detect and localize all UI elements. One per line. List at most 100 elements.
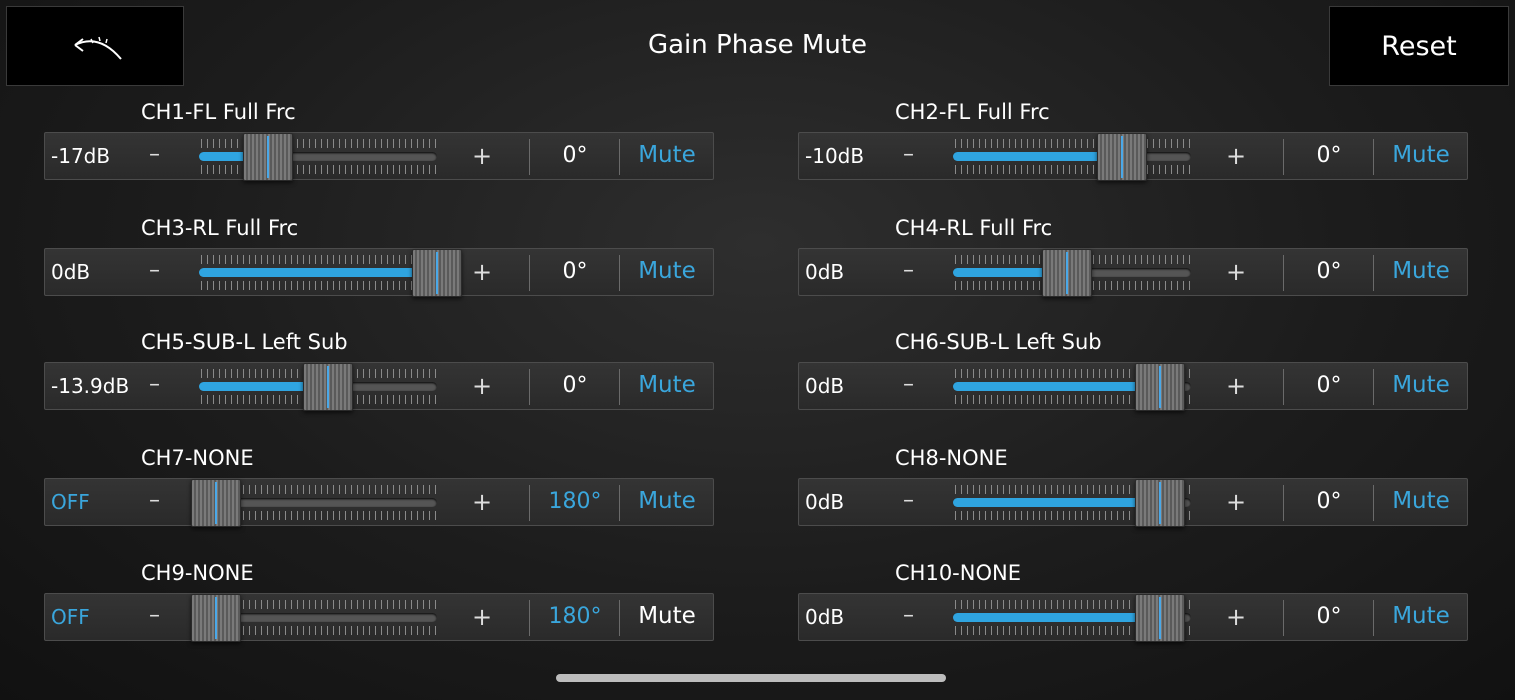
gain-value[interactable]: 0dB	[805, 374, 844, 398]
gain-value[interactable]: 0dB	[805, 490, 844, 514]
phase-button[interactable]: 0°	[531, 373, 619, 398]
gain-increase-button[interactable]: +	[1226, 603, 1246, 631]
slider-fill	[199, 268, 437, 277]
slider-ticks	[955, 139, 1191, 148]
slider-fill	[953, 613, 1160, 622]
gain-increase-button[interactable]: +	[472, 603, 492, 631]
divider	[619, 369, 620, 405]
mute-button[interactable]: Mute	[621, 142, 713, 168]
gain-decrease-button[interactable]: –	[149, 258, 160, 283]
mute-button[interactable]: Mute	[1375, 372, 1467, 398]
channel-9: CH9-NONE OFF – + 180° Mute	[44, 561, 716, 681]
gain-value[interactable]: OFF	[51, 605, 90, 629]
gain-decrease-button[interactable]: –	[149, 603, 160, 628]
gain-slider[interactable]	[953, 594, 1193, 642]
divider	[619, 600, 620, 636]
channel-name: CH6-SUB-L Left Sub	[895, 330, 1102, 354]
gain-increase-button[interactable]: +	[1226, 142, 1246, 170]
slider-handle[interactable]	[1042, 249, 1092, 297]
gain-decrease-button[interactable]: –	[903, 603, 914, 628]
gain-slider[interactable]	[199, 133, 439, 181]
slider-handle[interactable]	[1135, 479, 1185, 527]
gain-slider[interactable]	[953, 363, 1193, 411]
phase-button[interactable]: 0°	[1285, 373, 1373, 398]
gain-slider[interactable]	[953, 133, 1193, 181]
gain-slider[interactable]	[199, 363, 439, 411]
divider	[529, 139, 530, 175]
channel-2: CH2-FL Full Frc -10dB – + 0° Mute	[798, 100, 1470, 220]
gain-increase-button[interactable]: +	[1226, 372, 1246, 400]
gain-value[interactable]: 0dB	[805, 260, 844, 284]
slider-handle[interactable]	[412, 249, 462, 297]
divider	[1373, 369, 1374, 405]
gain-decrease-button[interactable]: –	[149, 488, 160, 513]
phase-button[interactable]: 0°	[531, 259, 619, 284]
mute-button[interactable]: Mute	[621, 372, 713, 398]
slider-handle[interactable]	[191, 479, 241, 527]
slider-ticks	[201, 139, 437, 148]
channel-name: CH1-FL Full Frc	[141, 100, 296, 124]
gain-decrease-button[interactable]: –	[903, 372, 914, 397]
gain-slider[interactable]	[953, 249, 1193, 297]
gain-slider[interactable]	[191, 594, 439, 642]
gain-increase-button[interactable]: +	[1226, 258, 1246, 286]
mute-button[interactable]: Mute	[1375, 258, 1467, 284]
mute-button[interactable]: Mute	[1375, 603, 1467, 629]
divider	[619, 255, 620, 291]
mute-button[interactable]: Mute	[621, 258, 713, 284]
phase-button[interactable]: 0°	[1285, 604, 1373, 629]
gain-value[interactable]: -10dB	[805, 144, 864, 168]
mute-button[interactable]: Mute	[1375, 488, 1467, 514]
reset-button[interactable]: Reset	[1329, 6, 1509, 86]
channel-1: CH1-FL Full Frc -17dB – + 0° Mute	[44, 100, 716, 220]
mute-button[interactable]: Mute	[621, 488, 713, 514]
gain-increase-button[interactable]: +	[472, 142, 492, 170]
gain-decrease-button[interactable]: –	[903, 142, 914, 167]
slider-handle[interactable]	[191, 594, 241, 642]
phase-button[interactable]: 0°	[531, 143, 619, 168]
slider-ticks	[201, 255, 437, 264]
channel-strip: OFF – + 180° Mute	[44, 593, 714, 642]
divider	[529, 485, 530, 521]
channel-strip: 0dB – + 0° Mute	[798, 593, 1468, 642]
gain-value[interactable]: 0dB	[51, 260, 90, 284]
gain-decrease-button[interactable]: –	[903, 488, 914, 513]
phase-button[interactable]: 0°	[1285, 143, 1373, 168]
phase-button[interactable]: 0°	[1285, 259, 1373, 284]
gain-slider[interactable]	[953, 479, 1193, 527]
channel-strip: -17dB – + 0° Mute	[44, 132, 714, 181]
phase-button[interactable]: 180°	[531, 489, 619, 514]
page-title: Gain Phase Mute	[647, 30, 868, 60]
gain-decrease-button[interactable]: –	[149, 372, 160, 397]
phase-button[interactable]: 0°	[1285, 489, 1373, 514]
gain-value[interactable]: 0dB	[805, 605, 844, 629]
gain-decrease-button[interactable]: –	[149, 142, 160, 167]
gain-decrease-button[interactable]: –	[903, 258, 914, 283]
gain-increase-button[interactable]: +	[1226, 488, 1246, 516]
divider	[1373, 485, 1374, 521]
gain-increase-button[interactable]: +	[472, 488, 492, 516]
divider	[529, 600, 530, 636]
slider-handle[interactable]	[1135, 363, 1185, 411]
gain-increase-button[interactable]: +	[472, 258, 492, 286]
gain-slider[interactable]	[191, 479, 439, 527]
channel-3: CH3-RL Full Frc 0dB – + 0° Mute	[44, 216, 716, 336]
slider-handle[interactable]	[1135, 594, 1185, 642]
channel-7: CH7-NONE OFF – + 180° Mute	[44, 446, 716, 566]
mute-button[interactable]: Mute	[621, 603, 713, 629]
gain-value[interactable]: -17dB	[51, 144, 110, 168]
channel-name: CH8-NONE	[895, 446, 1008, 470]
gain-value[interactable]: -13.9dB	[51, 374, 129, 398]
gain-value[interactable]: OFF	[51, 490, 90, 514]
channel-strip: OFF – + 180° Mute	[44, 478, 714, 527]
phase-button[interactable]: 180°	[531, 604, 619, 629]
slider-handle[interactable]	[243, 133, 293, 181]
slider-handle[interactable]	[1097, 133, 1147, 181]
divider	[529, 369, 530, 405]
gain-increase-button[interactable]: +	[472, 372, 492, 400]
mute-button[interactable]: Mute	[1375, 142, 1467, 168]
slider-handle[interactable]	[303, 363, 353, 411]
home-indicator[interactable]	[556, 674, 946, 682]
gain-slider[interactable]	[199, 249, 462, 297]
divider	[619, 485, 620, 521]
